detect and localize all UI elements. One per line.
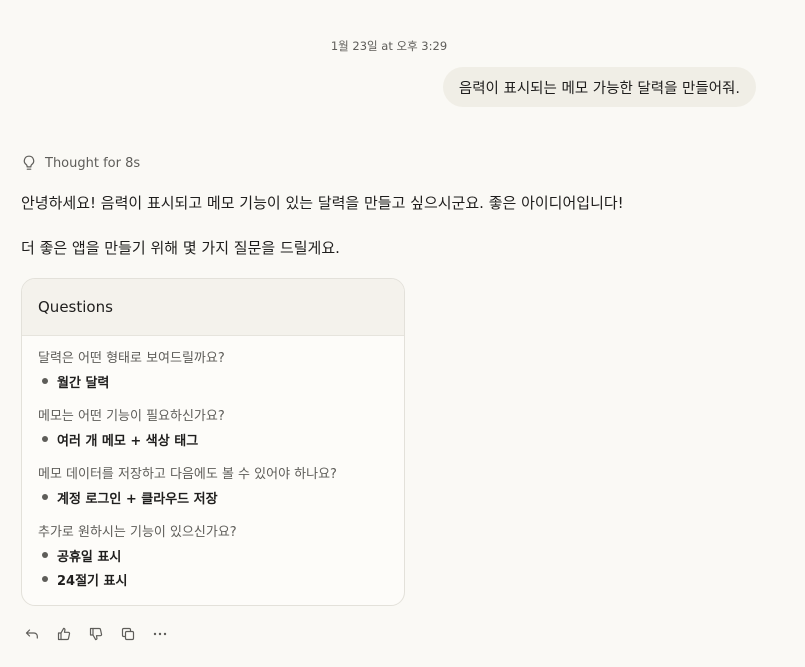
thumbs-down-button[interactable] [88,624,120,644]
questions-card: Questions 달력은 어떤 형태로 보여드릴까요? 월간 달력 메모는 어… [21,278,405,606]
answer-text: 계정 로그인 + 클라우드 저장 [57,491,218,507]
questions-card-header: Questions [22,279,404,336]
answer-text: 공휴일 표시 [57,549,122,565]
more-icon [152,626,168,642]
answer-item: 월간 달력 [38,369,225,393]
thumbs-up-icon [56,626,72,642]
copy-icon [120,626,136,642]
question-item: 메모는 어떤 기능이 필요하신가요? 여러 개 메모 + 색상 태그 [38,407,225,451]
copy-button[interactable] [120,624,152,644]
question-item: 메모 데이터를 저장하고 다음에도 볼 수 있어야 하나요? 계정 로그인 + … [38,465,337,509]
thumbs-down-icon [88,626,104,642]
question-text: 메모는 어떤 기능이 필요하신가요? [38,409,225,424]
retry-button[interactable] [24,624,56,644]
bullet-icon [42,576,48,582]
bullet-icon [42,436,48,442]
lightbulb-icon [22,155,36,171]
answer-text: 여러 개 메모 + 색상 태그 [57,433,199,449]
question-text: 추가로 원하시는 기능이 있으신가요? [38,525,237,540]
answer-item: 여러 개 메모 + 색상 태그 [38,427,225,451]
question-text: 메모 데이터를 저장하고 다음에도 볼 수 있어야 하나요? [38,467,337,482]
more-button[interactable] [152,624,184,644]
message-timestamp: 1월 23일 at 오후 3:29 [330,39,448,53]
bullet-icon [42,552,48,558]
answer-text: 월간 달력 [57,375,110,391]
bullet-icon [42,494,48,500]
question-item: 추가로 원하시는 기능이 있으신가요? 공휴일 표시 24절기 표시 [38,523,237,591]
bullet-icon [42,378,48,384]
answer-item: 계정 로그인 + 클라우드 저장 [38,485,337,509]
response-paragraph: 안녕하세요! 음력이 표시되고 메모 기능이 있는 달력을 만들고 싶으시군요.… [21,194,624,212]
thought-toggle[interactable]: Thought for 8s [22,155,140,171]
user-message-text: 음력이 표시되는 메모 가능한 달력을 만들어줘. [458,80,740,97]
questions-title: Questions [38,298,113,316]
message-actions [24,624,184,644]
question-item: 달력은 어떤 형태로 보여드릴까요? 월간 달력 [38,349,225,393]
answer-item: 24절기 표시 [38,567,237,591]
thumbs-up-button[interactable] [56,624,88,644]
question-text: 달력은 어떤 형태로 보여드릴까요? [38,351,225,366]
thought-label: Thought for 8s [45,155,141,171]
answer-text: 24절기 표시 [57,573,128,589]
undo-icon [24,626,40,642]
answer-item: 공휴일 표시 [38,543,237,567]
response-paragraph: 더 좋은 앱을 만들기 위해 몇 가지 질문을 드릴게요. [21,239,340,257]
user-message-bubble: 음력이 표시되는 메모 가능한 달력을 만들어줘. [442,67,756,107]
